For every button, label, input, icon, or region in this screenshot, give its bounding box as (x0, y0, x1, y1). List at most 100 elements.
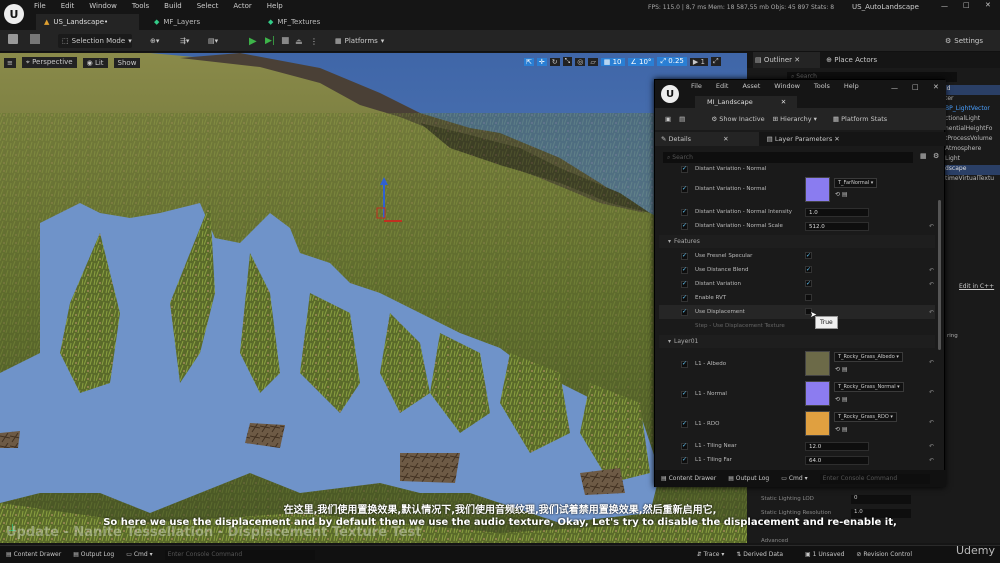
menu-tools[interactable]: Tools (132, 2, 149, 10)
value-checkbox[interactable]: ✓ (805, 266, 812, 273)
level-viewport[interactable]: ≡ ⌖ Perspective ◉ Lit Show ⇱ ✛ ↻ ⤡ ◎ ▱ ▦… (0, 53, 747, 543)
texture-dropdown[interactable]: T_FarNormal ▾ (834, 178, 878, 188)
reset-icon[interactable]: ↶ (929, 419, 934, 426)
console-input[interactable]: Enter Console Command (164, 549, 315, 560)
hamburger-icon[interactable]: ≡ (4, 57, 16, 68)
content-drawer-button[interactable]: ▤ Content Drawer (661, 475, 716, 482)
list-item[interactable]: BP_LightVector (945, 105, 1000, 115)
list-item[interactable]: ctionalLight (945, 115, 1000, 125)
scale-snap-button[interactable]: ⤢ 0.25 (657, 57, 687, 66)
list-item[interactable]: ter (945, 95, 1000, 105)
tab-layer-parameters[interactable]: ▤ Layer Parameters ✕ (767, 135, 840, 143)
reset-icon[interactable]: ↶ (929, 457, 934, 464)
value-input[interactable]: 1.0 (805, 208, 869, 217)
value-checkbox[interactable]: ✓ (805, 252, 812, 259)
override-checkbox[interactable]: ✓ (681, 456, 688, 464)
menu-edit[interactable]: Edit (61, 2, 75, 10)
texture-dropdown[interactable]: T_Rocky_Grass_RDO ▾ (834, 412, 897, 422)
menu-file[interactable]: File (34, 2, 46, 10)
blueprint-icon[interactable]: ⇶▾ (180, 34, 189, 48)
console-input[interactable]: Enter Console Command (819, 473, 930, 484)
override-checkbox[interactable]: ✓ (681, 208, 688, 216)
lit-button[interactable]: ◉ Lit (82, 57, 108, 68)
category-features[interactable]: ▾ Features (659, 235, 935, 248)
save-icon[interactable]: ▣ (665, 115, 671, 123)
advanced-section[interactable]: Advanced (761, 538, 788, 544)
menu-select[interactable]: Select (197, 2, 219, 10)
add-actor-icon[interactable]: ⊕▾ (150, 34, 159, 48)
override-checkbox[interactable]: ✓ (681, 280, 688, 288)
play-options-icon[interactable]: ⋮ (310, 34, 318, 48)
rotate-icon[interactable]: ↻ (549, 57, 560, 66)
unsaved-button[interactable]: ▣ 1 Unsaved (805, 551, 844, 558)
mi-menu-asset[interactable]: Asset (742, 82, 760, 90)
minimize-icon[interactable]: — (941, 2, 948, 10)
list-item[interactable]: Light (945, 155, 1000, 165)
list-item[interactable]: Atmosphere (945, 145, 1000, 155)
step-icon[interactable]: ▶| (265, 34, 275, 48)
details-search-input[interactable]: ⌕ Search (663, 152, 913, 163)
value-input[interactable]: 512.0 (805, 222, 869, 231)
world-icon[interactable]: ◎ (575, 57, 586, 66)
unreal-logo[interactable]: U (4, 4, 24, 24)
override-checkbox[interactable]: ✓ (681, 185, 688, 193)
list-item[interactable]: timeVirtualTextu (945, 175, 1000, 185)
tab-mf-textures[interactable]: ◆ MF_Textures (260, 14, 360, 30)
source-control-icon[interactable] (30, 34, 40, 44)
override-checkbox[interactable]: ✓ (681, 294, 688, 302)
list-item[interactable]: tProcessVolume (945, 135, 1000, 145)
surface-snap-icon[interactable]: ▱ (588, 57, 598, 66)
save-icon[interactable] (8, 34, 18, 44)
menu-help[interactable]: Help (267, 2, 283, 10)
mi-menu-window[interactable]: Window (774, 82, 800, 90)
stop-icon[interactable]: ■ (281, 34, 290, 48)
edit-in-cpp-link[interactable]: Edit in C++ (959, 283, 994, 290)
mi-menu-help[interactable]: Help (844, 82, 859, 90)
output-log-button[interactable]: ▤ Output Log (728, 475, 769, 482)
reset-icon[interactable]: ↶ (929, 359, 934, 366)
texture-thumbnail[interactable] (805, 411, 830, 436)
details-scrollbar[interactable] (938, 200, 941, 350)
scale-icon[interactable]: ⤡ (562, 57, 573, 66)
close-icon[interactable]: ✕ (933, 83, 939, 91)
override-checkbox[interactable]: ✓ (681, 442, 688, 450)
reset-icon[interactable]: ↶ (929, 309, 934, 316)
camera-speed-button[interactable]: ▶ 1 (689, 57, 708, 66)
output-log-button[interactable]: ▤ Output Log (73, 551, 114, 558)
override-checkbox[interactable]: ✓ (681, 390, 688, 398)
browse-icon[interactable]: ⟲ ▤ (835, 426, 848, 433)
cinematics-icon[interactable]: ▤▾ (208, 34, 218, 48)
derived-data-button[interactable]: ⇅ Derived Data (736, 551, 783, 558)
override-checkbox[interactable]: ✓ (681, 222, 688, 230)
menu-window[interactable]: Window (89, 2, 117, 10)
eject-icon[interactable]: ⏏ (295, 34, 303, 48)
value-checkbox[interactable] (805, 294, 812, 301)
selection-mode-dropdown[interactable]: ⬚ Selection Mode ▾ (58, 34, 132, 48)
reset-icon[interactable]: ↶ (929, 443, 934, 450)
browse-icon[interactable]: ⟲ ▤ (835, 366, 848, 373)
close-icon[interactable]: ✕ (985, 1, 991, 9)
mi-menu-tools[interactable]: Tools (814, 82, 830, 90)
browse-icon[interactable]: ⟲ ▤ (835, 191, 848, 198)
revision-control-button[interactable]: ⊘ Revision Control (856, 551, 912, 558)
close-icon[interactable]: ✕ (723, 135, 728, 143)
maximize-icon[interactable]: □ (963, 1, 970, 9)
texture-thumbnail[interactable] (805, 381, 830, 406)
list-item[interactable]: ld (945, 85, 1000, 95)
menu-build[interactable]: Build (164, 2, 182, 10)
texture-thumbnail[interactable] (805, 351, 830, 376)
tab-details[interactable]: ✎ Details ✕ (655, 132, 759, 146)
override-checkbox[interactable]: ✓ (681, 360, 688, 368)
list-item[interactable]: dscape (945, 165, 1000, 175)
texture-dropdown[interactable]: T_Rocky_Grass_Normal ▾ (834, 382, 904, 392)
value-input[interactable]: 12.0 (805, 442, 869, 451)
cmd-dropdown[interactable]: ▭ Cmd ▾ (781, 475, 807, 482)
category-layer01[interactable]: ▾ Layer01 (659, 335, 935, 348)
value-input[interactable]: 64.0 (805, 456, 869, 465)
maximize-viewport-icon[interactable]: ⤢ (710, 57, 721, 66)
trace-button[interactable]: ⇵ Trace ▾ (697, 551, 725, 558)
override-checkbox[interactable]: ✓ (681, 252, 688, 260)
platform-stats-button[interactable]: ▦ Platform Stats (833, 115, 887, 123)
grid-snap-button[interactable]: ▦ 10 (600, 57, 625, 66)
value-checkbox[interactable]: ✓ (805, 280, 812, 287)
